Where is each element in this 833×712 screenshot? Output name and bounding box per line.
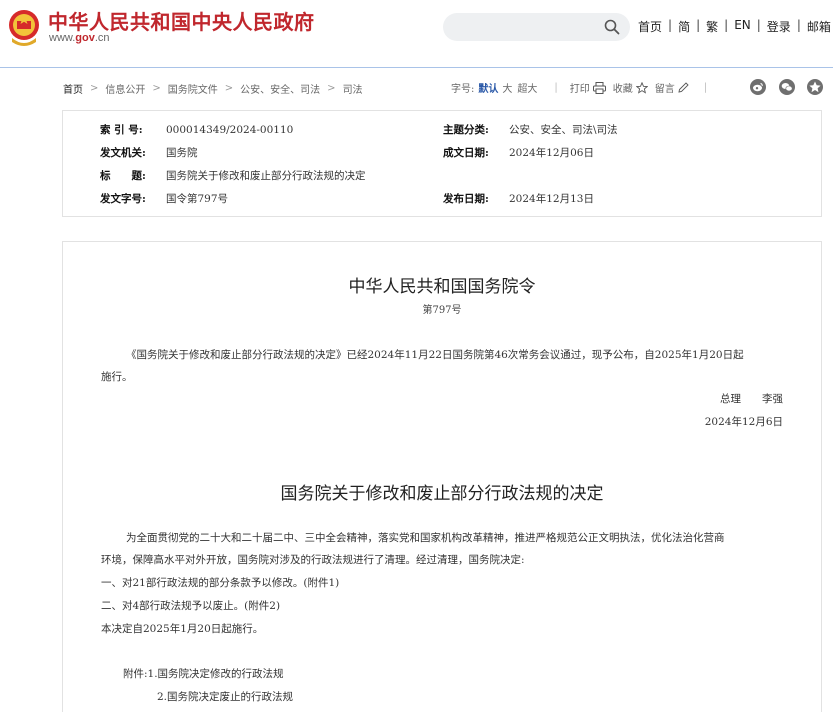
qzone-icon[interactable] [807, 79, 823, 95]
chevron-right-icon: > [327, 83, 336, 94]
nav-simplified[interactable]: 简 [678, 18, 690, 35]
effective-date: 本决定自2025年1月20日起施行。 [101, 623, 264, 635]
meta-title-value: 国务院关于修改和废止部分行政法规的决定 [166, 170, 366, 182]
meta-index-value: 000014349/2024-00110 [166, 124, 294, 136]
comment-button[interactable]: 留言 [655, 80, 675, 95]
pencil-icon[interactable] [678, 82, 689, 93]
meta-date-written-value: 2024年12月06日 [509, 147, 594, 159]
wechat-icon[interactable] [779, 79, 795, 95]
decision-title: 国务院关于修改和废止部分行政法规的决定 [280, 484, 604, 504]
meta-pub-date-label: 发布日期: [443, 193, 489, 205]
nav-separator: | [796, 18, 801, 32]
decision-item-2: 二、对4部行政法规予以废止。(附件2) [101, 600, 281, 612]
meta-issuer-value: 国务院 [166, 147, 198, 159]
font-size-xlarge[interactable]: 超大 [517, 80, 537, 95]
meta-issuer: 发文机关: 国务院 [100, 145, 198, 160]
meta-pub-date-value: 2024年12月13日 [509, 193, 594, 205]
decision-paragraph-line-2: 环境，保障高水平对外开放，国务院对涉及的行政法规进行了清理。经过清理，国务院决定… [101, 554, 525, 566]
nav-english[interactable]: EN [734, 18, 751, 35]
star-icon[interactable] [635, 81, 648, 94]
breadcrumb-justice[interactable]: 司法 [343, 81, 363, 96]
chevron-right-icon: > [224, 83, 234, 94]
weibo-icon[interactable] [750, 79, 766, 95]
site-url-gov: gov [75, 32, 95, 44]
meta-topic-value[interactable]: 公安、安全、司法\司法 [509, 124, 618, 136]
order-paragraph-line-1: 《国务院关于修改和废止部分行政法规的决定》已经2024年11月22日国务院第46… [126, 349, 744, 361]
signer: 总理 李强 [720, 393, 783, 405]
top-nav: 首页 | 简 | 繁 | EN | 登录 | 邮箱 [638, 18, 831, 35]
font-size-label: 字号: [451, 84, 475, 95]
meta-topic: 主题分类: 公安、安全、司法\司法 [443, 122, 618, 137]
nav-separator: | [756, 18, 761, 32]
decision-item-1: 一、对21部行政法规的部分条款予以修改。(附件1) [101, 577, 340, 589]
nav-home[interactable]: 首页 [638, 18, 662, 35]
font-size-large[interactable]: 大 [502, 80, 512, 95]
printer-icon[interactable] [592, 81, 606, 94]
meta-doc-no-label: 发文字号: [100, 193, 146, 205]
site-url-suffix: .cn [94, 32, 110, 44]
site-url: www.gov.cn [49, 32, 110, 44]
breadcrumb-state-council-docs[interactable]: 国务院文件 [168, 81, 218, 96]
attachment-2-link[interactable]: 2.国务院决定废止的行政法规 [157, 689, 293, 704]
decision-paragraph-line-1: 为全面贯彻党的二十大和二十届二中、三中全会精神，落实党和国家机构改革精神，推进严… [126, 532, 725, 544]
print-button[interactable]: 打印 [570, 80, 590, 95]
meta-date-written: 成文日期: 2024年12月06日 [443, 145, 594, 160]
article-body: 中华人民共和国国务院令 第797号 《国务院关于修改和废止部分行政法规的决定》已… [62, 241, 822, 712]
nav-login[interactable]: 登录 [767, 18, 791, 35]
document-metadata: 索 引 号: 000014349/2024-00110 主题分类: 公安、安全、司法… [62, 110, 822, 217]
meta-topic-label: 主题分类: [443, 124, 489, 136]
breadcrumb-info-public[interactable]: 信息公开 [105, 81, 145, 96]
breadcrumb-home[interactable]: 首页 [63, 81, 83, 96]
breadcrumb: 首页 > 信息公开 > 国务院文件 > 公安、安全、司法 > 司法 [63, 81, 363, 96]
nav-mail[interactable]: 邮箱 [807, 18, 831, 35]
divider: | [554, 82, 558, 93]
nav-separator: | [668, 18, 673, 32]
meta-doc-no: 发文字号: 国令第797号 [100, 191, 228, 206]
order-number: 第797号 [422, 305, 462, 316]
meta-doc-no-value: 国令第797号 [166, 193, 229, 205]
meta-title-label: 标 题: [100, 170, 146, 182]
meta-issuer-label: 发文机关: [100, 147, 146, 159]
meta-index-label: 索 引 号: [100, 124, 143, 136]
meta-index: 索 引 号: 000014349/2024-00110 [100, 122, 293, 137]
site-name[interactable]: 中华人民共和国中央人民政府 [48, 6, 315, 35]
meta-pub-date: 发布日期: 2024年12月13日 [443, 191, 594, 206]
meta-title: 标 题: 国务院关于修改和废止部分行政法规的决定 [100, 168, 366, 183]
divider: | [703, 82, 708, 93]
sign-date: 2024年12月6日 [704, 416, 783, 428]
order-title: 中华人民共和国国务院令 [348, 277, 536, 297]
nav-traditional[interactable]: 繁 [706, 18, 718, 35]
chevron-right-icon: > [152, 83, 161, 94]
article-tools: 字号: 默认 大 超大 | 打印 收藏 留言 | [451, 80, 719, 95]
site-url-prefix: www. [49, 32, 76, 44]
favorite-button[interactable]: 收藏 [613, 80, 633, 95]
order-paragraph-line-2: 施行。 [101, 371, 133, 383]
site-header: 中华人民共和国中央人民政府 www.gov.cn 首页 | 简 | 繁 | EN | 登… [0, 0, 833, 68]
breadcrumb-public-security[interactable]: 公安、安全、司法 [240, 81, 320, 96]
search-input[interactable] [443, 13, 630, 41]
meta-date-written-label: 成文日期: [443, 147, 489, 159]
nav-separator: | [696, 18, 701, 32]
national-emblem-icon[interactable] [6, 8, 42, 48]
nav-separator: | [724, 18, 729, 32]
search-icon[interactable] [604, 19, 620, 35]
font-size-default[interactable]: 默认 [478, 80, 498, 95]
attachment-1-link[interactable]: 附件:1.国务院决定修改的行政法规 [123, 666, 284, 681]
chevron-right-icon: > [90, 83, 99, 94]
